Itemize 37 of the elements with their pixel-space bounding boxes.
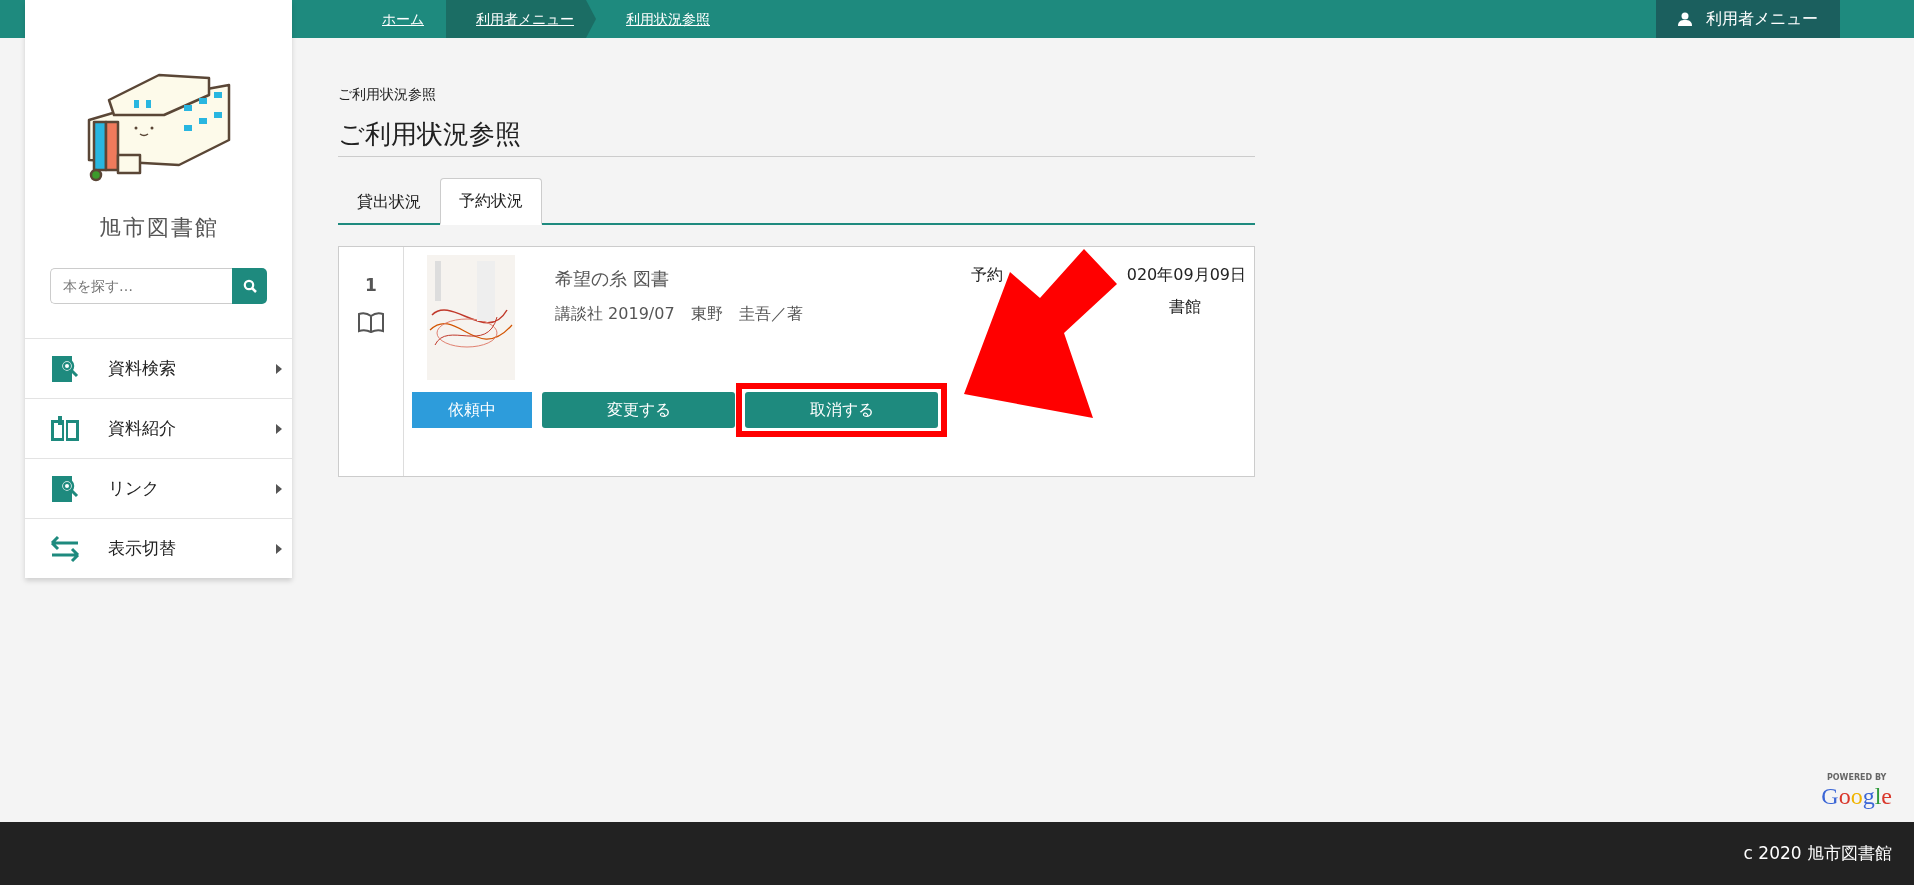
- sidebar-menu-item[interactable]: 表示切替: [25, 518, 292, 578]
- breadcrumb-link[interactable]: 利用者メニュー: [446, 0, 596, 38]
- tab[interactable]: 予約状況: [440, 178, 542, 226]
- swap-arrows-icon: [50, 533, 80, 564]
- sidebar-menu-item[interactable]: リンク: [25, 458, 292, 518]
- caret-icon: [276, 423, 282, 434]
- google-wordmark: Google: [1821, 784, 1892, 808]
- user-icon: [1678, 12, 1692, 26]
- caret-icon: [276, 483, 282, 494]
- book-icon: [358, 310, 384, 333]
- copyright-text: c 2020 旭市図書館: [1743, 841, 1892, 865]
- breadcrumb-link[interactable]: 利用状況参照: [596, 0, 732, 38]
- powered-by-caption: POWERED BY: [1825, 772, 1888, 784]
- document-search-icon: [50, 353, 80, 384]
- item-number: 1: [365, 274, 377, 298]
- open-book-icon: [50, 413, 80, 444]
- search-button[interactable]: [232, 268, 267, 304]
- caret-icon: [276, 363, 282, 374]
- action-button[interactable]: 変更する: [542, 392, 735, 429]
- book-details: 講談社 2019/07 東野 圭吾／著: [555, 303, 803, 326]
- caret-icon: [276, 543, 282, 554]
- search-icon: [242, 279, 257, 293]
- breadcrumb-link[interactable]: ホーム: [352, 0, 446, 38]
- reservation-date: 020年09月09日: [1126, 264, 1246, 287]
- library-name: 旭市図書館: [97, 214, 220, 242]
- breadcrumb-text: ご利用状況参照: [338, 85, 437, 104]
- pickup-library: 書館: [1169, 296, 1201, 319]
- page-title: ご利用状況参照: [338, 119, 1255, 158]
- reservation-label: 予約: [971, 264, 1003, 287]
- status-badge: 依頼中: [412, 392, 532, 429]
- tab[interactable]: 貸出状況: [338, 178, 440, 226]
- sidebar-menu-item[interactable]: 資料紹介: [25, 398, 292, 458]
- user-menu-button[interactable]: 利用者メニュー: [1656, 0, 1840, 38]
- sidebar-menu-item[interactable]: 資料検索: [25, 338, 292, 398]
- action-button[interactable]: 取消する: [745, 392, 938, 429]
- document-search-icon: [50, 473, 80, 504]
- book-title: 希望の糸 図書: [555, 267, 670, 292]
